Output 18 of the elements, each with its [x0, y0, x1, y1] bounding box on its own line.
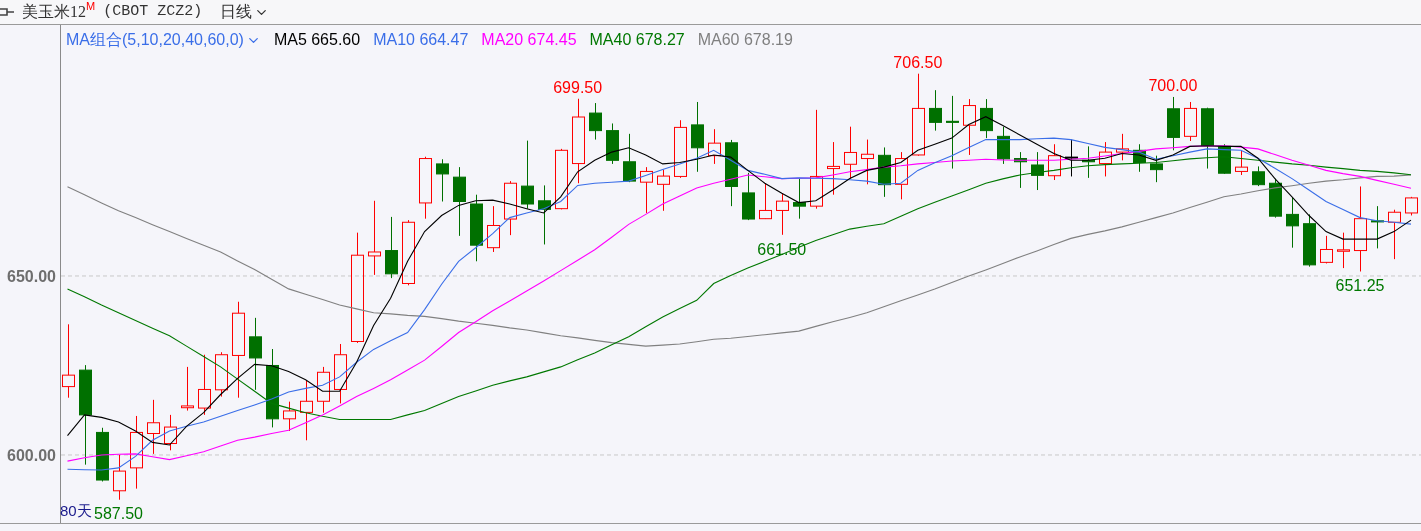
axis-label: 650.00 — [7, 267, 56, 285]
contract-month-mark: M — [86, 0, 96, 12]
legend-value: MA5 665.60 — [273, 30, 361, 50]
price-label: 699.50 — [553, 78, 603, 96]
legend-value: MA60 678.19 — [697, 30, 793, 50]
period-dropdown[interactable]: 日线 — [220, 0, 270, 24]
price-label: 706.50 — [893, 53, 943, 71]
bar-count-label: 80天 — [60, 502, 92, 519]
price-label: 587.50 — [94, 505, 143, 522]
axis-label: 600.00 — [7, 447, 56, 464]
price-label: 700.00 — [1148, 76, 1198, 94]
legend-value: MA40 678.27 — [589, 30, 685, 50]
indicator-dropdown[interactable]: MA组合(5,10,20,40,60,0) — [66, 28, 261, 52]
symbol-code: (CBOT ZCZ2) — [103, 1, 203, 22]
legend-value: MA10 664.47 — [373, 30, 469, 50]
price-label: 651.25 — [1335, 277, 1385, 295]
instrument-name: 美玉米12 — [22, 2, 86, 22]
legend-value: MA20 674.45 — [481, 30, 577, 50]
